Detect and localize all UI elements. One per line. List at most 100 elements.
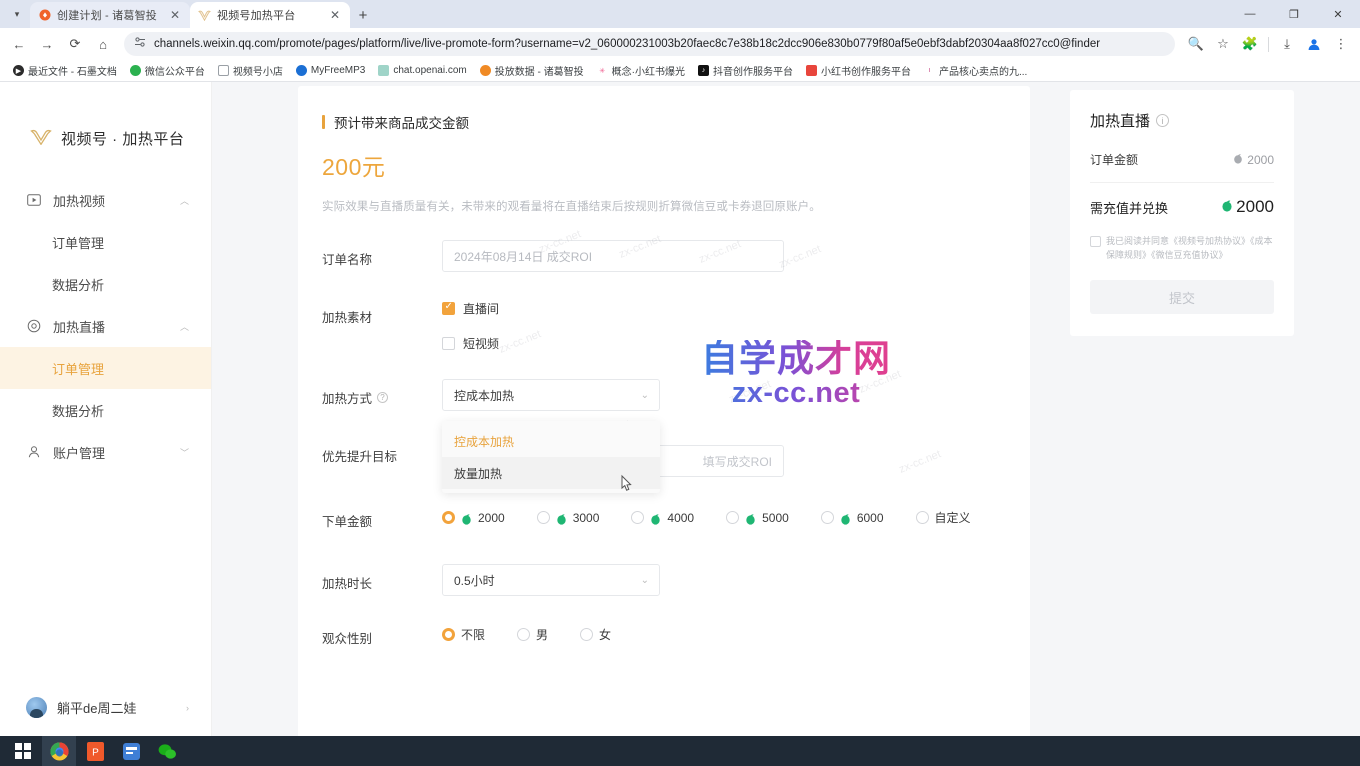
field-label: 订单名称: [322, 240, 442, 268]
bookmark-item[interactable]: ✳概念·小红书爆光: [592, 61, 690, 80]
bookmark-item[interactable]: 视频号小店: [213, 61, 288, 80]
sidebar-user[interactable]: 躺平de周二娃 ›: [0, 697, 211, 718]
start-button[interactable]: [6, 736, 40, 766]
bookmark-item[interactable]: 小红书创作服务平台: [801, 61, 916, 80]
extensions-icon[interactable]: 🧩: [1237, 31, 1263, 57]
sidebar-item-label: 数据分析: [52, 401, 104, 420]
label-text: 订单名称: [322, 249, 372, 268]
sidebar-item-video-analytics[interactable]: 数据分析: [0, 263, 211, 305]
chevron-down-icon[interactable]: ⌄: [641, 575, 649, 586]
nav-list: 加热视频 ︿ 订单管理 数据分析 加热直播 ︿ 订单管理 数据分析: [0, 179, 211, 473]
bookmark-item[interactable]: MyFreeMP3: [291, 63, 370, 78]
tab-close-icon[interactable]: ✕: [168, 9, 182, 21]
bookmark-item[interactable]: 投放数据 - 诸葛智投: [475, 61, 589, 80]
zoom-search-icon[interactable]: 🔍: [1183, 31, 1209, 57]
page-content: 视频号 · 加热平台 加热视频 ︿ 订单管理 数据分析 加热直播: [0, 82, 1360, 736]
reload-icon[interactable]: ⟳: [62, 31, 88, 57]
radio-amount-6000[interactable]: 6000: [821, 511, 884, 525]
agreement-row[interactable]: 我已阅读并同意《视频号加热协议》《成本保障规则》《微信豆充值协议》: [1090, 235, 1274, 262]
field-label: 优先提升目标: [322, 437, 442, 465]
agreement-checkbox-icon[interactable]: [1090, 236, 1101, 247]
radio-gender-any[interactable]: 不限: [442, 626, 485, 643]
taskbar-blue-app[interactable]: [114, 736, 148, 766]
sidebar-item-label: 数据分析: [52, 275, 104, 294]
bookmark-favicon-icon: ♪: [698, 65, 709, 76]
submit-button[interactable]: 提交: [1090, 280, 1274, 314]
label-text: 加热素材: [322, 307, 372, 326]
download-icon[interactable]: ⤓: [1274, 31, 1300, 57]
sidebar-item-video-orders[interactable]: 订单管理: [0, 221, 211, 263]
back-icon[interactable]: ←: [6, 31, 32, 57]
heat-mode-select[interactable]: 控成本加热 ⌄: [442, 379, 660, 411]
chevron-up-icon[interactable]: ︿: [180, 320, 189, 333]
help-icon[interactable]: ?: [377, 392, 388, 403]
sidebar-item-live-orders[interactable]: 订单管理: [0, 347, 211, 389]
radio-gender-male[interactable]: 男: [517, 626, 548, 643]
bookmark-item[interactable]: 微信公众平台: [125, 61, 210, 80]
taskbar-wechat[interactable]: [150, 736, 184, 766]
sidebar-group-video[interactable]: 加热视频 ︿: [0, 179, 211, 221]
radio-icon[interactable]: [821, 511, 834, 524]
maximize-button[interactable]: ❐: [1272, 0, 1316, 28]
summary-recharge-row: 需充值并兑换 2000: [1090, 197, 1274, 217]
checkbox-icon[interactable]: [442, 337, 455, 350]
order-name-input[interactable]: 2024年08月14日 成交ROI: [442, 240, 784, 272]
taskbar-chrome[interactable]: [42, 736, 76, 766]
radio-amount-3000[interactable]: 3000: [537, 511, 600, 525]
checkbox-live-room[interactable]: 直播间: [442, 298, 1030, 318]
bookmark-item[interactable]: ▶最近文件 - 石墨文档: [8, 61, 122, 80]
minimize-button[interactable]: —: [1228, 0, 1272, 28]
forward-icon[interactable]: →: [34, 31, 60, 57]
bookmark-item[interactable]: ♪ 抖音创作服务平台: [693, 61, 798, 80]
radio-icon[interactable]: [916, 511, 929, 524]
sidebar-group-live[interactable]: 加热直播 ︿: [0, 305, 211, 347]
radio-icon[interactable]: [631, 511, 644, 524]
checkbox-short-video[interactable]: 短视频: [442, 333, 1030, 353]
site-settings-icon[interactable]: [134, 35, 146, 53]
info-icon[interactable]: i: [1156, 114, 1169, 127]
home-icon[interactable]: ⌂: [90, 31, 116, 57]
summary-order-amount-value-wrap: 2000: [1233, 153, 1274, 167]
radio-icon[interactable]: [580, 628, 593, 641]
sidebar-item-live-analytics[interactable]: 数据分析: [0, 389, 211, 431]
radio-amount-5000[interactable]: 5000: [726, 511, 789, 525]
chevron-down-icon[interactable]: ﹀: [180, 446, 189, 459]
radio-amount-custom[interactable]: 自定义: [916, 509, 971, 526]
wechat-bean-icon: [556, 512, 567, 524]
wechat-bean-icon: [650, 512, 661, 524]
sidebar-group-account[interactable]: 账户管理 ﹀: [0, 431, 211, 473]
new-tab-button[interactable]: +: [350, 2, 376, 28]
chevron-right-icon[interactable]: ›: [186, 703, 189, 713]
radio-icon[interactable]: [442, 511, 455, 524]
tab-close-icon[interactable]: ✕: [328, 9, 342, 21]
radio-gender-female[interactable]: 女: [580, 626, 611, 643]
taskbar-pdf-app[interactable]: P: [78, 736, 112, 766]
checkbox-icon[interactable]: [442, 302, 455, 315]
browser-tab-2[interactable]: 视频号加热平台 ✕: [190, 2, 350, 28]
radio-icon[interactable]: [726, 511, 739, 524]
address-bar[interactable]: channels.weixin.qq.com/promote/pages/pla…: [124, 32, 1175, 56]
radio-amount-2000[interactable]: 2000: [442, 511, 505, 525]
radio-icon[interactable]: [537, 511, 550, 524]
bookmark-item[interactable]: chat.openai.com: [373, 63, 471, 78]
duration-select[interactable]: 0.5小时 ⌄: [442, 564, 660, 596]
left-sidebar: 视频号 · 加热平台 加热视频 ︿ 订单管理 数据分析 加热直播: [0, 82, 212, 736]
bookmark-star-icon[interactable]: ☆: [1210, 31, 1236, 57]
bookmark-label: 抖音创作服务平台: [713, 63, 793, 78]
dropdown-option-control-cost[interactable]: 控成本加热: [442, 425, 660, 457]
chrome-menu-icon[interactable]: ⋮: [1328, 31, 1354, 57]
brand: 视频号 · 加热平台: [0, 82, 211, 149]
radio-icon[interactable]: [517, 628, 530, 641]
window-close-button[interactable]: ✕: [1316, 0, 1360, 28]
summary-panel: 加热直播 i 订单金额 2000 需充值并兑换: [1070, 90, 1294, 336]
radio-label: 3000: [573, 511, 600, 525]
profile-avatar-icon[interactable]: [1301, 31, 1327, 57]
radio-amount-4000[interactable]: 4000: [631, 511, 694, 525]
chevron-up-icon[interactable]: ︿: [180, 194, 189, 207]
tab-search-icon[interactable]: ▾: [4, 0, 30, 28]
chevron-down-icon[interactable]: ⌄: [641, 390, 649, 401]
radio-icon[interactable]: [442, 628, 455, 641]
bookmark-item[interactable]: ι产品核心卖点的九...: [919, 61, 1032, 80]
browser-tab-1[interactable]: 创建计划 - 诸葛智投 ✕: [30, 2, 190, 28]
summary-order-amount-value: 2000: [1247, 153, 1274, 167]
